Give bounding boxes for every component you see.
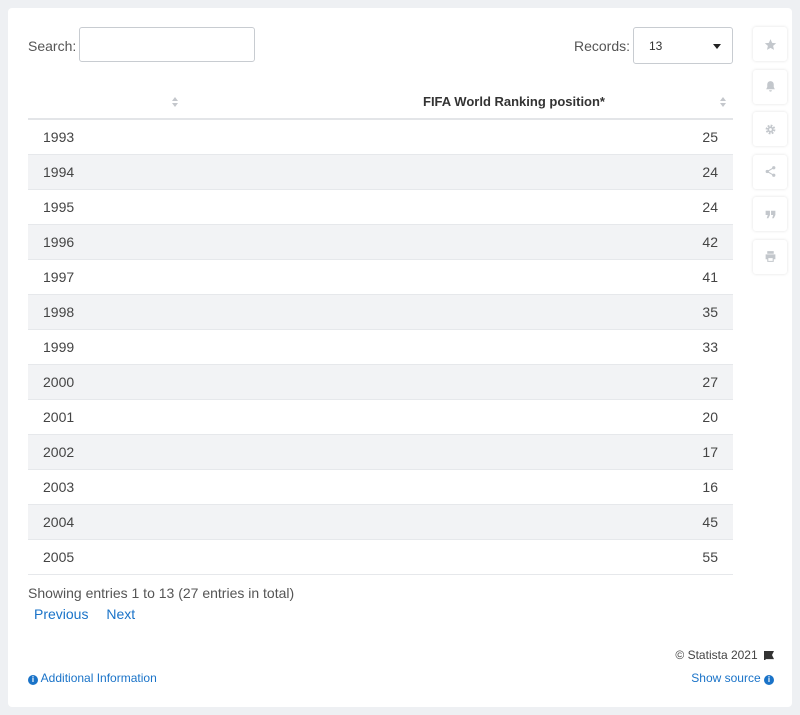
table-row: 1996 42 xyxy=(28,224,733,260)
settings-button[interactable] xyxy=(753,112,787,146)
cell-year: 1997 xyxy=(28,259,188,295)
table-row: 1993 25 xyxy=(28,119,733,155)
cell-ranking: 25 xyxy=(188,119,733,155)
copyright-text: © Statista 2021 xyxy=(675,648,758,662)
cell-year: 1993 xyxy=(28,119,188,155)
column-header-ranking[interactable]: FIFA World Ranking position* xyxy=(188,85,733,120)
sort-icon xyxy=(720,97,726,108)
cell-ranking: 42 xyxy=(188,224,733,260)
cell-ranking: 27 xyxy=(188,364,733,400)
table-row: 2001 20 xyxy=(28,399,733,435)
cell-ranking: 17 xyxy=(188,434,733,470)
additional-information-link[interactable]: i Additional Information xyxy=(28,671,157,685)
cell-ranking: 55 xyxy=(188,539,733,575)
cell-ranking: 33 xyxy=(188,329,733,365)
table-row: 2005 55 xyxy=(28,539,733,575)
cell-ranking: 45 xyxy=(188,504,733,540)
cell-year: 2003 xyxy=(28,469,188,505)
next-button[interactable]: Next xyxy=(106,606,135,622)
cell-year: 2001 xyxy=(28,399,188,435)
flag-icon[interactable] xyxy=(764,651,774,660)
table-row: 2000 27 xyxy=(28,364,733,400)
table-row: 2002 17 xyxy=(28,434,733,470)
cell-year: 1998 xyxy=(28,294,188,330)
search-label: Search: xyxy=(28,38,77,54)
search-input[interactable] xyxy=(79,27,255,62)
cell-ranking: 20 xyxy=(188,399,733,435)
info-icon: i xyxy=(764,675,774,685)
chevron-down-icon xyxy=(713,44,721,49)
table-row: 1999 33 xyxy=(28,329,733,365)
table-row: 2004 45 xyxy=(28,504,733,540)
cell-year: 2004 xyxy=(28,504,188,540)
entries-info: Showing entries 1 to 13 (27 entries in t… xyxy=(28,585,295,601)
share-button[interactable] xyxy=(753,154,787,189)
quote-icon xyxy=(765,210,775,218)
table-row: 1995 24 xyxy=(28,189,733,225)
cell-year: 2002 xyxy=(28,434,188,470)
cell-ranking: 24 xyxy=(188,154,733,190)
gear-icon xyxy=(765,124,775,134)
notification-button[interactable] xyxy=(753,69,787,104)
data-table: FIFA World Ranking position* 1993 25 1994 2… xyxy=(28,85,733,575)
additional-information-label: Additional Information xyxy=(40,671,157,685)
column-header-ranking-label: FIFA World Ranking position* xyxy=(423,94,605,109)
cell-ranking: 16 xyxy=(188,469,733,505)
cell-year: 1996 xyxy=(28,224,188,260)
sort-icon xyxy=(172,97,178,108)
column-header-year[interactable] xyxy=(28,85,188,120)
records-label: Records: xyxy=(574,38,631,54)
records-select-value: 13 xyxy=(649,39,663,53)
show-source-link[interactable]: Show source i xyxy=(691,671,774,685)
table-row: 1997 41 xyxy=(28,259,733,295)
table-row: 1998 35 xyxy=(28,294,733,330)
cell-year: 1995 xyxy=(28,189,188,225)
cell-year: 1999 xyxy=(28,329,188,365)
cell-year: 2005 xyxy=(28,539,188,575)
cell-year: 1994 xyxy=(28,154,188,190)
cell-year: 2000 xyxy=(28,364,188,400)
favorite-button[interactable] xyxy=(753,27,787,61)
show-source-label: Show source xyxy=(691,671,761,685)
action-sidebar xyxy=(753,27,787,282)
star-icon xyxy=(764,38,776,50)
cell-ranking: 24 xyxy=(188,189,733,225)
records-select[interactable]: 13 xyxy=(633,27,733,64)
bell-icon xyxy=(765,81,775,92)
print-button[interactable] xyxy=(753,239,787,274)
table-row: 1994 24 xyxy=(28,154,733,190)
share-icon xyxy=(765,166,775,177)
table-controls: Search: Records: 13 xyxy=(28,27,733,64)
print-icon xyxy=(765,251,775,262)
pagination: Previous Next xyxy=(34,606,149,622)
cite-button[interactable] xyxy=(753,197,787,231)
table-body: 1993 25 1994 24 1995 24 1996 42 1997 41 1998 35 1999… xyxy=(28,119,733,575)
statistic-card: Search: Records: 13 FIFA World Ranking p… xyxy=(8,8,792,707)
cell-ranking: 35 xyxy=(188,294,733,330)
cell-ranking: 41 xyxy=(188,259,733,295)
table-header-row: FIFA World Ranking position* xyxy=(28,85,733,120)
info-icon: i xyxy=(28,675,38,685)
previous-button[interactable]: Previous xyxy=(34,606,88,622)
table-row: 2003 16 xyxy=(28,469,733,505)
copyright: © Statista 2021 xyxy=(675,648,774,662)
